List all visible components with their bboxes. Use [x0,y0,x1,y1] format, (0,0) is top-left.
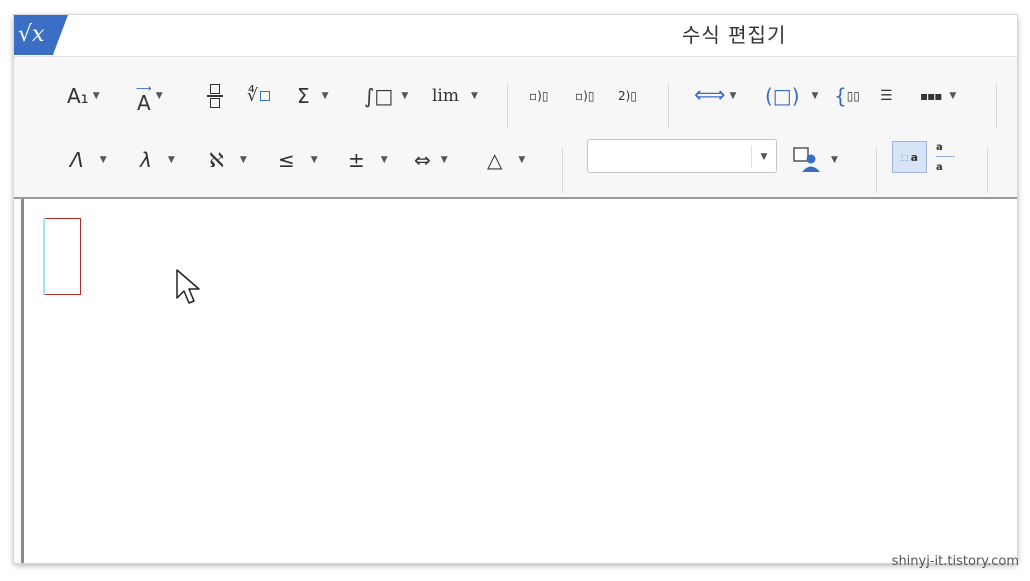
long-division-button[interactable]: ▫)▯ [529,79,548,113]
mouse-pointer-icon [175,268,203,312]
chevron-down-icon[interactable]: ▼ [100,155,107,165]
numbered-division-button[interactable]: 2)▯ [618,79,637,113]
fraction-icon [207,84,223,108]
integral-label: ∫□ [364,84,394,108]
title-bar: √x 수식 편집기 [14,15,1017,57]
chevron-down-icon[interactable]: ▼ [311,155,318,165]
chevron-down-icon[interactable]: ▼ [93,91,100,101]
sum-button[interactable]: Σ ▼ [297,79,329,113]
chevron-down-icon[interactable]: ▼ [322,91,329,101]
chevron-down-icon[interactable]: ▼ [441,155,448,165]
parentheses-label: (□) [765,84,800,108]
chevron-down-icon[interactable]: ▼ [730,91,737,101]
root-icon: ∜ [247,82,270,110]
numbered-division-icon: 2)▯ [618,89,637,103]
long-division-icon: ▫)▯ [529,89,549,103]
chevron-down-icon[interactable]: ▼ [751,146,776,168]
arrow-label: ⇔ [414,148,431,172]
font-select[interactable]: ▼ [587,139,777,173]
fraction-button[interactable] [207,79,223,113]
brace-matrix-button[interactable]: { ▯▯ [834,79,860,113]
chevron-down-icon[interactable]: ▼ [381,155,388,165]
misc-symbol-label: △ [487,148,503,172]
separator [987,147,988,193]
chevron-down-icon[interactable]: ▼ [518,155,525,165]
operator-label: ± [348,148,365,172]
app-logo-icon: √x [14,15,68,55]
division-icon: ▫)▯ [575,89,595,103]
arrow-button[interactable]: ⇔ ▼ [414,143,448,177]
window-title: 수식 편집기 [682,23,787,47]
hebrew-label: ℵ [209,148,224,172]
decoration-label: A [137,91,151,115]
greek-lower-button[interactable]: λ ▼ [140,143,175,177]
relation-button[interactable]: ≤ ▼ [278,143,318,177]
operator-button[interactable]: ± ▼ [348,143,388,177]
brace-label: { [834,84,847,108]
separator [668,83,669,129]
relation-label: ≤ [278,148,295,172]
chevron-down-icon[interactable]: ▼ [831,155,838,165]
text-caret [43,218,45,295]
watermark: shinyj-it.tistory.com [891,554,1019,569]
display-mode-icon: a ┈┈┈ a [936,142,955,173]
inline-toggle-label: a [910,150,918,164]
font-size-button[interactable]: A₁ ▼ [67,79,100,113]
decoration-button[interactable]: ⟶ A ▼ [136,79,163,113]
color-button[interactable]: ▼ [793,143,838,177]
limit-label: lim [432,86,459,106]
chevron-down-icon[interactable]: ▼ [168,155,175,165]
separator [996,83,997,129]
dotted-box-icon: ⬚ [901,152,909,162]
greek-lower-label: λ [140,148,152,172]
equation-editor-window: √x 수식 편집기 A₁ ▼ ⟶ A ▼ ∜ Σ ▼ ∫□ ▼ lim ▼ ▫)… [14,15,1017,563]
text-color-icon [793,146,821,174]
greek-upper-label: Λ [70,148,84,172]
stack-button[interactable]: ☰ [880,79,893,113]
chevron-down-icon[interactable]: ▼ [240,155,247,165]
root-button[interactable]: ∜ [247,79,270,113]
stack-icon: ☰ [880,88,893,104]
chevron-down-icon[interactable]: ▼ [949,91,956,101]
equation-edit-area[interactable] [21,199,1017,563]
sum-label: Σ [297,84,310,108]
separator [562,147,563,193]
chevron-down-icon[interactable]: ▼ [156,91,163,101]
matrix-2x2-icon: ▯▯ [846,89,860,103]
matrix-3x3-icon: ▪▪▪ [920,89,942,103]
matrix-button[interactable]: ▪▪▪ ▼ [920,79,956,113]
chevron-down-icon[interactable]: ▼ [471,91,478,101]
left-right-arrow-box-icon: ⟺ [694,83,726,108]
chevron-down-icon[interactable]: ▼ [812,91,819,101]
arrow-box-button[interactable]: ⟺ ▼ [694,79,736,113]
chevron-down-icon[interactable]: ▼ [401,91,408,101]
toolbar: A₁ ▼ ⟶ A ▼ ∜ Σ ▼ ∫□ ▼ lim ▼ ▫)▯ ▫)▯ 2)▯ … [14,57,1017,199]
misc-symbol-button[interactable]: △ ▼ [487,143,525,177]
separator [507,83,508,129]
display-mode-toggle[interactable]: a ┈┈┈ a [936,141,954,175]
empty-slot-placeholder[interactable] [43,218,81,295]
font-size-label: A₁ [67,84,89,108]
separator [876,147,877,193]
limit-button[interactable]: lim ▼ [432,79,478,113]
hebrew-button[interactable]: ℵ ▼ [209,143,247,177]
division-button[interactable]: ▫)▯ [575,79,594,113]
greek-upper-button[interactable]: Λ ▼ [70,143,107,177]
integral-button[interactable]: ∫□ ▼ [364,79,408,113]
inline-mode-toggle[interactable]: ⬚ a [892,141,927,173]
parentheses-button[interactable]: (□) ▼ [765,79,818,113]
